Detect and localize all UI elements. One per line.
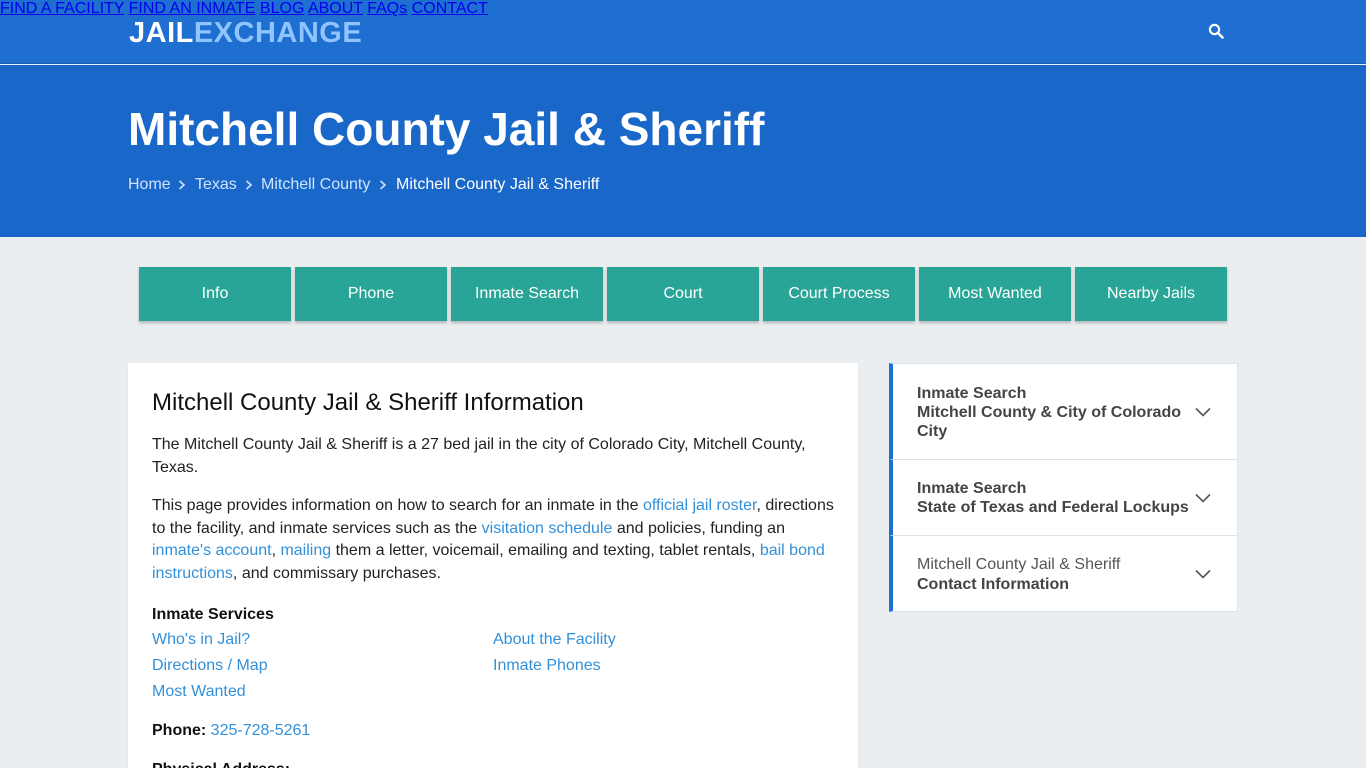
- tab-nearby-jails[interactable]: Nearby Jails: [1075, 267, 1227, 321]
- physical-address-label: Physical Address:: [152, 760, 290, 768]
- logo-text-jail: JAIL: [129, 17, 194, 49]
- page-title: Mitchell County Jail & Sheriff: [128, 103, 765, 155]
- accordion-contact-information[interactable]: Mitchell County Jail & Sheriff Contact I…: [889, 535, 1238, 612]
- text: This page provides information on how to…: [152, 497, 643, 514]
- link-most-wanted[interactable]: Most Wanted: [152, 682, 246, 702]
- accordion-inmate-search-local[interactable]: Inmate Search Mitchell County & City of …: [889, 363, 1238, 460]
- phone-label: Phone:: [152, 722, 207, 739]
- accordion-subtitle: State of Texas and Federal Lockups: [917, 499, 1189, 516]
- nav-faqs[interactable]: FAQs: [367, 0, 407, 17]
- link-about-facility[interactable]: About the Facility: [493, 630, 616, 650]
- nav-find-facility[interactable]: FIND A FACILITY: [0, 0, 124, 17]
- inmate-services-title: Inmate Services: [152, 606, 274, 623]
- description-paragraph: This page provides information on how to…: [152, 495, 842, 585]
- text: and policies, funding an: [612, 519, 785, 537]
- accordion-title: Inmate Search: [917, 480, 1027, 497]
- chevron-down-icon[interactable]: [1195, 493, 1211, 503]
- info-card: Mitchell County Jail & Sheriff Informati…: [128, 363, 858, 768]
- link-mailing[interactable]: mailing: [280, 542, 331, 559]
- tab-most-wanted[interactable]: Most Wanted: [919, 267, 1071, 321]
- breadcrumb-current: Mitchell County Jail & Sheriff: [396, 176, 600, 193]
- logo-text-exchange: EXCHANGE: [193, 17, 363, 49]
- link-whos-in-jail[interactable]: Who's in Jail?: [152, 630, 250, 650]
- tab-court-process[interactable]: Court Process: [763, 267, 915, 321]
- breadcrumb-texas[interactable]: Texas: [195, 175, 237, 195]
- chevron-down-icon[interactable]: [1195, 407, 1211, 417]
- search-icon[interactable]: [1208, 23, 1224, 39]
- chevron-right-icon: [178, 175, 186, 201]
- accordion-subtitle: Contact Information: [917, 576, 1069, 593]
- site-logo[interactable]: JAILEXCHANGE: [129, 16, 362, 50]
- hero-banner: Mitchell County Jail & Sheriff Home Texa…: [0, 65, 1366, 237]
- link-official-jail-roster[interactable]: official jail roster: [643, 497, 757, 514]
- breadcrumb-mitchell-county[interactable]: Mitchell County: [261, 175, 370, 195]
- phone-link[interactable]: 325-728-5261: [211, 722, 311, 739]
- top-navbar: JAILEXCHANGE FIND A FACILITY FIND AN INM…: [0, 0, 1366, 64]
- phone-row: Phone: 325-728-5261: [152, 721, 310, 741]
- tab-court[interactable]: Court: [607, 267, 759, 321]
- link-inmate-phones[interactable]: Inmate Phones: [493, 656, 601, 676]
- nav-find-inmate[interactable]: FIND AN INMATE: [129, 0, 256, 17]
- accordion-subtitle: Mitchell County & City of Colorado: [917, 404, 1181, 421]
- tab-phone[interactable]: Phone: [295, 267, 447, 321]
- link-inmate-account[interactable]: inmate's account: [152, 542, 272, 559]
- nav-blog[interactable]: BLOG: [260, 0, 304, 17]
- accordion-inmate-search-state[interactable]: Inmate Search State of Texas and Federal…: [889, 459, 1238, 536]
- breadcrumb-home[interactable]: Home: [128, 175, 171, 195]
- chevron-right-icon: [245, 175, 253, 201]
- tab-info[interactable]: Info: [139, 267, 291, 321]
- accordion-subtitle-cont: City: [917, 423, 948, 440]
- tab-inmate-search[interactable]: Inmate Search: [451, 267, 603, 321]
- chevron-down-icon[interactable]: [1195, 569, 1211, 579]
- text: them a letter, voicemail, emailing and t…: [331, 542, 760, 559]
- link-visitation-schedule[interactable]: visitation schedule: [482, 520, 613, 537]
- accordion-title: Mitchell County Jail & Sheriff: [917, 556, 1121, 573]
- intro-paragraph: The Mitchell County Jail & Sheriff is a …: [152, 436, 806, 476]
- chevron-right-icon: [379, 175, 387, 201]
- nav-contact[interactable]: CONTACT: [412, 0, 488, 17]
- accordion-title: Inmate Search: [917, 385, 1027, 402]
- info-heading: Mitchell County Jail & Sheriff Informati…: [152, 389, 584, 416]
- nav-about[interactable]: ABOUT: [308, 0, 363, 17]
- text: , and commissary purchases.: [232, 564, 441, 582]
- link-directions-map[interactable]: Directions / Map: [152, 656, 268, 676]
